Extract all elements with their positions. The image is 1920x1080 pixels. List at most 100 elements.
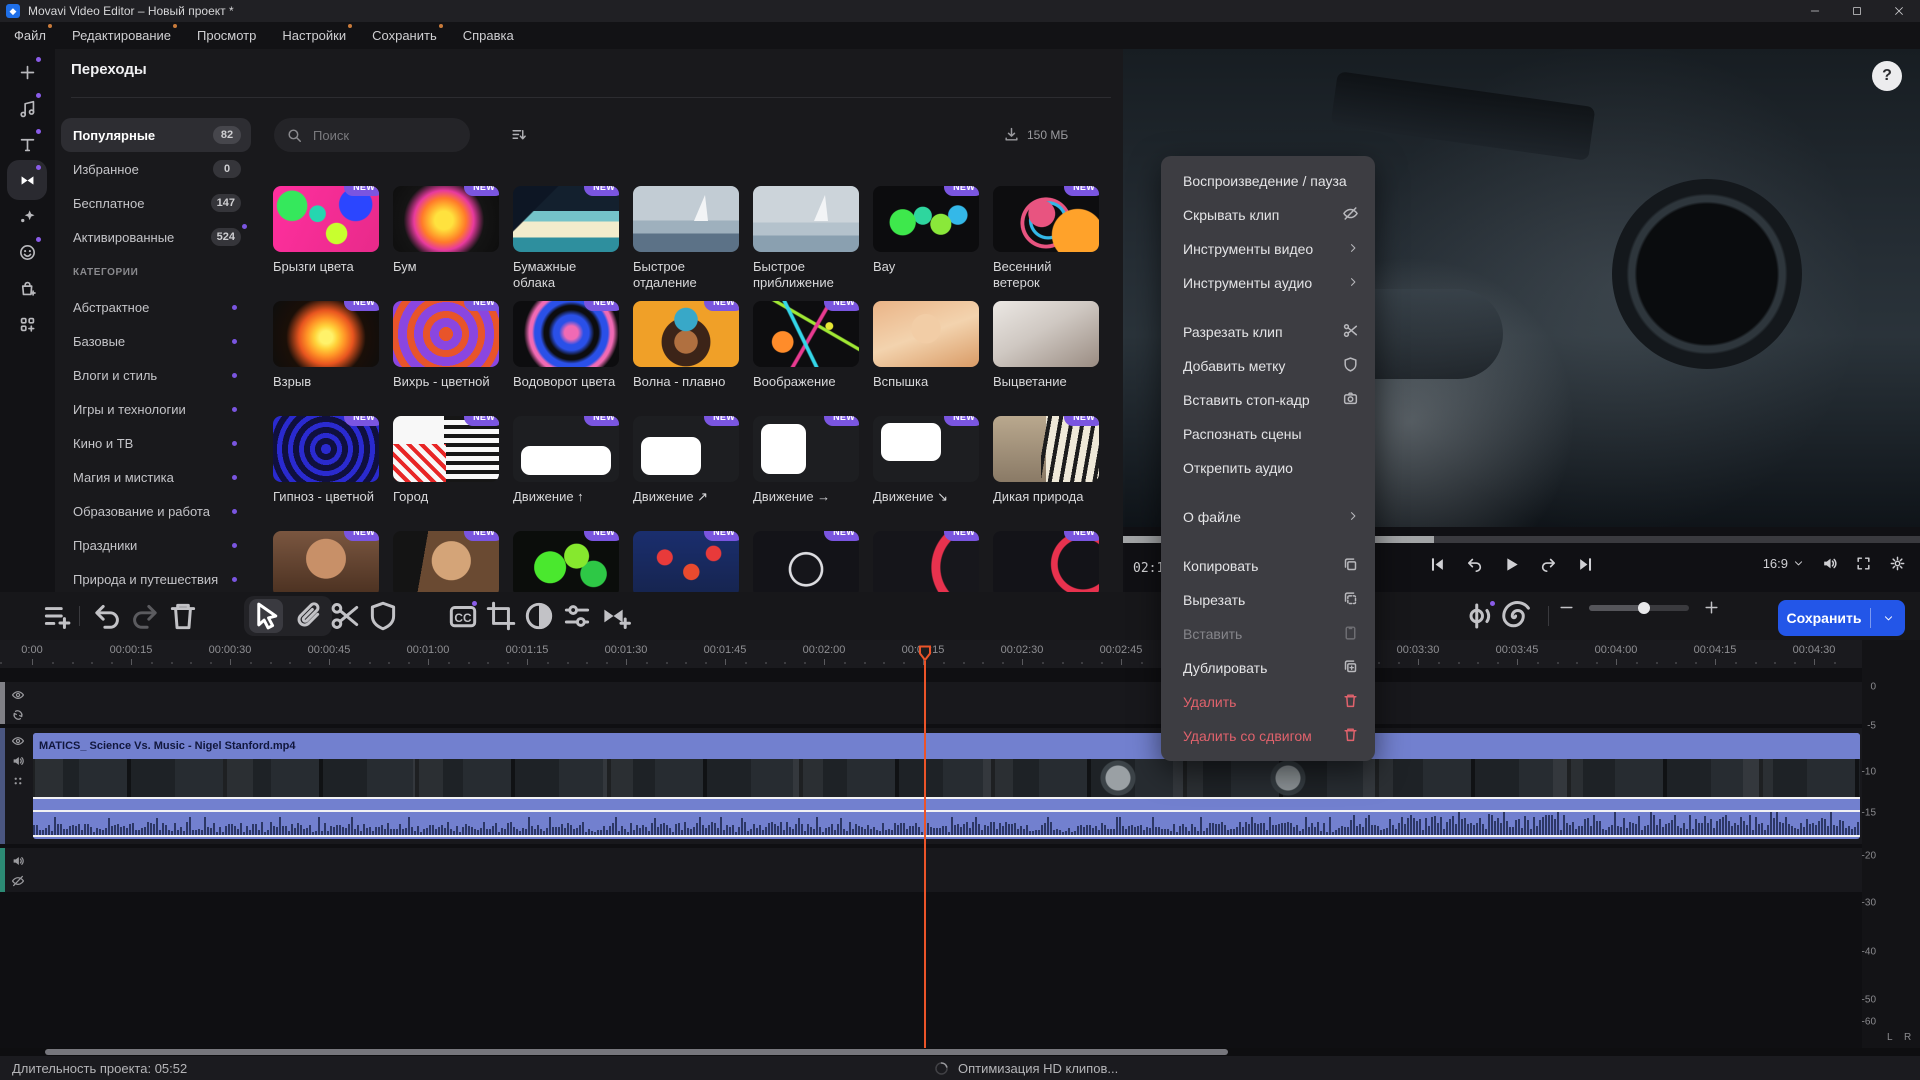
transition-item[interactable]: NEWДвижение ↑ <box>513 416 619 531</box>
player-settings-button[interactable] <box>1889 555 1906 572</box>
track-row-1[interactable] <box>0 682 1862 724</box>
transition-item[interactable]: NEWБумажные облака <box>513 186 619 301</box>
transition-thumbnail[interactable]: NEW <box>273 531 379 592</box>
play-button[interactable] <box>1502 555 1521 574</box>
eye-icon[interactable] <box>11 688 25 707</box>
zoom-in-button[interactable] <box>1703 599 1720 616</box>
transition-thumbnail[interactable]: NEW <box>393 301 499 367</box>
nav-item[interactable]: Активированные524 <box>61 220 251 254</box>
nav-item[interactable]: Бесплатное147 <box>61 186 251 220</box>
transition-item[interactable]: NEWГород <box>393 416 499 531</box>
scissors-button[interactable] <box>328 599 362 633</box>
transition-item[interactable]: NEW <box>873 531 979 592</box>
transition-thumbnail[interactable]: NEW <box>753 416 859 482</box>
transition-thumbnail[interactable]: NEW <box>753 531 859 592</box>
crop-button[interactable] <box>484 599 518 633</box>
cursor-button[interactable] <box>249 599 283 633</box>
category-item[interactable]: Абстрактное <box>61 290 251 324</box>
redo-button[interactable] <box>128 599 162 633</box>
speaker-icon[interactable] <box>11 754 25 773</box>
context-menu-item[interactable]: Распознать сцены <box>1161 417 1375 451</box>
transition-item[interactable]: Быстрое приближение <box>753 186 859 301</box>
context-menu-item[interactable]: Инструменты аудио <box>1161 266 1375 300</box>
transition-item[interactable]: NEW <box>273 531 379 592</box>
menu-item[interactable]: Настройки <box>282 28 346 43</box>
eye-off-icon[interactable] <box>11 874 25 893</box>
nav-item[interactable]: Избранное0 <box>61 152 251 186</box>
swirl-button[interactable] <box>1498 599 1532 633</box>
save-button-label[interactable]: Сохранить <box>1778 610 1870 626</box>
speaker-icon[interactable] <box>11 854 25 873</box>
transition-item[interactable]: Вспышка <box>873 301 979 416</box>
video-clip[interactable]: MATICS_ Science Vs. Music - Nigel Stanfo… <box>33 733 1860 839</box>
transition-item[interactable]: NEWБум <box>393 186 499 301</box>
transition-thumbnail[interactable]: NEW <box>273 301 379 367</box>
transition-thumbnail[interactable]: NEW <box>993 186 1099 252</box>
zoom-out-button[interactable] <box>1558 599 1575 616</box>
timeline-scrollbar-thumb[interactable] <box>45 1049 1228 1055</box>
sliders-button[interactable] <box>560 599 594 633</box>
captions-button[interactable]: CC <box>446 599 480 633</box>
transition-item[interactable]: NEWВолна - плавно <box>633 301 739 416</box>
transition-thumbnail[interactable]: NEW <box>873 186 979 252</box>
transition-item[interactable]: NEWДикая природа <box>993 416 1099 531</box>
menu-item[interactable]: Редактирование <box>72 28 171 43</box>
zoom-slider-thumb[interactable] <box>1638 602 1650 614</box>
transition-thumbnail[interactable]: NEW <box>513 416 619 482</box>
category-item[interactable]: Природа и путешествия <box>61 562 251 592</box>
shield-button[interactable] <box>366 599 400 633</box>
transition-item[interactable]: NEW <box>633 531 739 592</box>
category-item[interactable]: Влоги и стиль <box>61 358 251 392</box>
sidebar-item-audio[interactable] <box>7 88 47 128</box>
transition-item[interactable]: NEWВесенний ветерок <box>993 186 1099 301</box>
transition-thumbnail[interactable] <box>753 186 859 252</box>
context-menu-item[interactable]: Вставить стоп-кадр <box>1161 383 1375 417</box>
film-icon[interactable] <box>11 774 25 793</box>
add-clip-button[interactable] <box>40 599 74 633</box>
transition-item[interactable]: NEWВихрь - цветной <box>393 301 499 416</box>
transition-item[interactable]: NEWВодоворот цвета <box>513 301 619 416</box>
undo-button[interactable] <box>90 599 124 633</box>
timeline-ruler[interactable]: 0:0000:00:1500:00:3000:00:4500:01:0000:0… <box>0 640 1920 668</box>
sidebar-item-import[interactable] <box>7 52 47 92</box>
transition-item[interactable]: NEW <box>393 531 499 592</box>
sidebar-item-titles[interactable] <box>7 124 47 164</box>
transition-thumbnail[interactable]: NEW <box>873 531 979 592</box>
transition-item[interactable]: NEWВау <box>873 186 979 301</box>
transition-item[interactable]: NEWДвижение → <box>753 416 859 531</box>
save-split-button[interactable]: Сохранить <box>1778 600 1905 636</box>
transition-thumbnail[interactable]: NEW <box>513 301 619 367</box>
sidebar-item-more-tools[interactable] <box>7 304 47 344</box>
transition-item[interactable]: NEWВзрыв <box>273 301 379 416</box>
transition-item[interactable]: NEWДвижение ↗ <box>633 416 739 531</box>
zoom-slider[interactable] <box>1589 605 1689 611</box>
transition-thumbnail[interactable]: NEW <box>513 186 619 252</box>
sidebar-item-transitions[interactable] <box>7 160 47 200</box>
context-menu-item[interactable]: Инструменты видео <box>1161 232 1375 266</box>
transition-thumbnail[interactable]: NEW <box>393 186 499 252</box>
transition-thumbnail[interactable]: NEW <box>993 416 1099 482</box>
sort-button[interactable] <box>510 126 527 143</box>
track-row-3[interactable] <box>0 848 1862 892</box>
transition-item[interactable]: Выцветание <box>993 301 1099 416</box>
category-item[interactable]: Магия и мистика <box>61 460 251 494</box>
aspect-ratio-select[interactable]: 16:9 <box>1763 556 1804 571</box>
search-input[interactable] <box>311 127 455 144</box>
transition-thumbnail[interactable] <box>873 301 979 367</box>
context-menu-item[interactable]: Открепить аудио <box>1161 451 1375 485</box>
transition-thumbnail[interactable]: NEW <box>273 416 379 482</box>
transition-thumbnail[interactable]: NEW <box>993 531 1099 592</box>
transition-item[interactable]: NEW <box>513 531 619 592</box>
download-size-indicator[interactable]: 150 МБ <box>1003 126 1068 143</box>
context-menu-item[interactable]: Удалить <box>1161 685 1375 719</box>
transition-thumbnail[interactable]: NEW <box>633 301 739 367</box>
category-item[interactable]: Кино и ТВ <box>61 426 251 460</box>
transition-thumbnail[interactable]: NEW <box>873 416 979 482</box>
menu-item[interactable]: Просмотр <box>197 28 256 43</box>
eye-icon[interactable] <box>11 734 25 753</box>
close-button[interactable] <box>1878 0 1920 22</box>
menu-item[interactable]: Справка <box>463 28 514 43</box>
menu-item[interactable]: Сохранить <box>372 28 437 43</box>
maximize-button[interactable] <box>1836 0 1878 22</box>
context-menu-item[interactable]: Скрывать клип <box>1161 198 1375 232</box>
